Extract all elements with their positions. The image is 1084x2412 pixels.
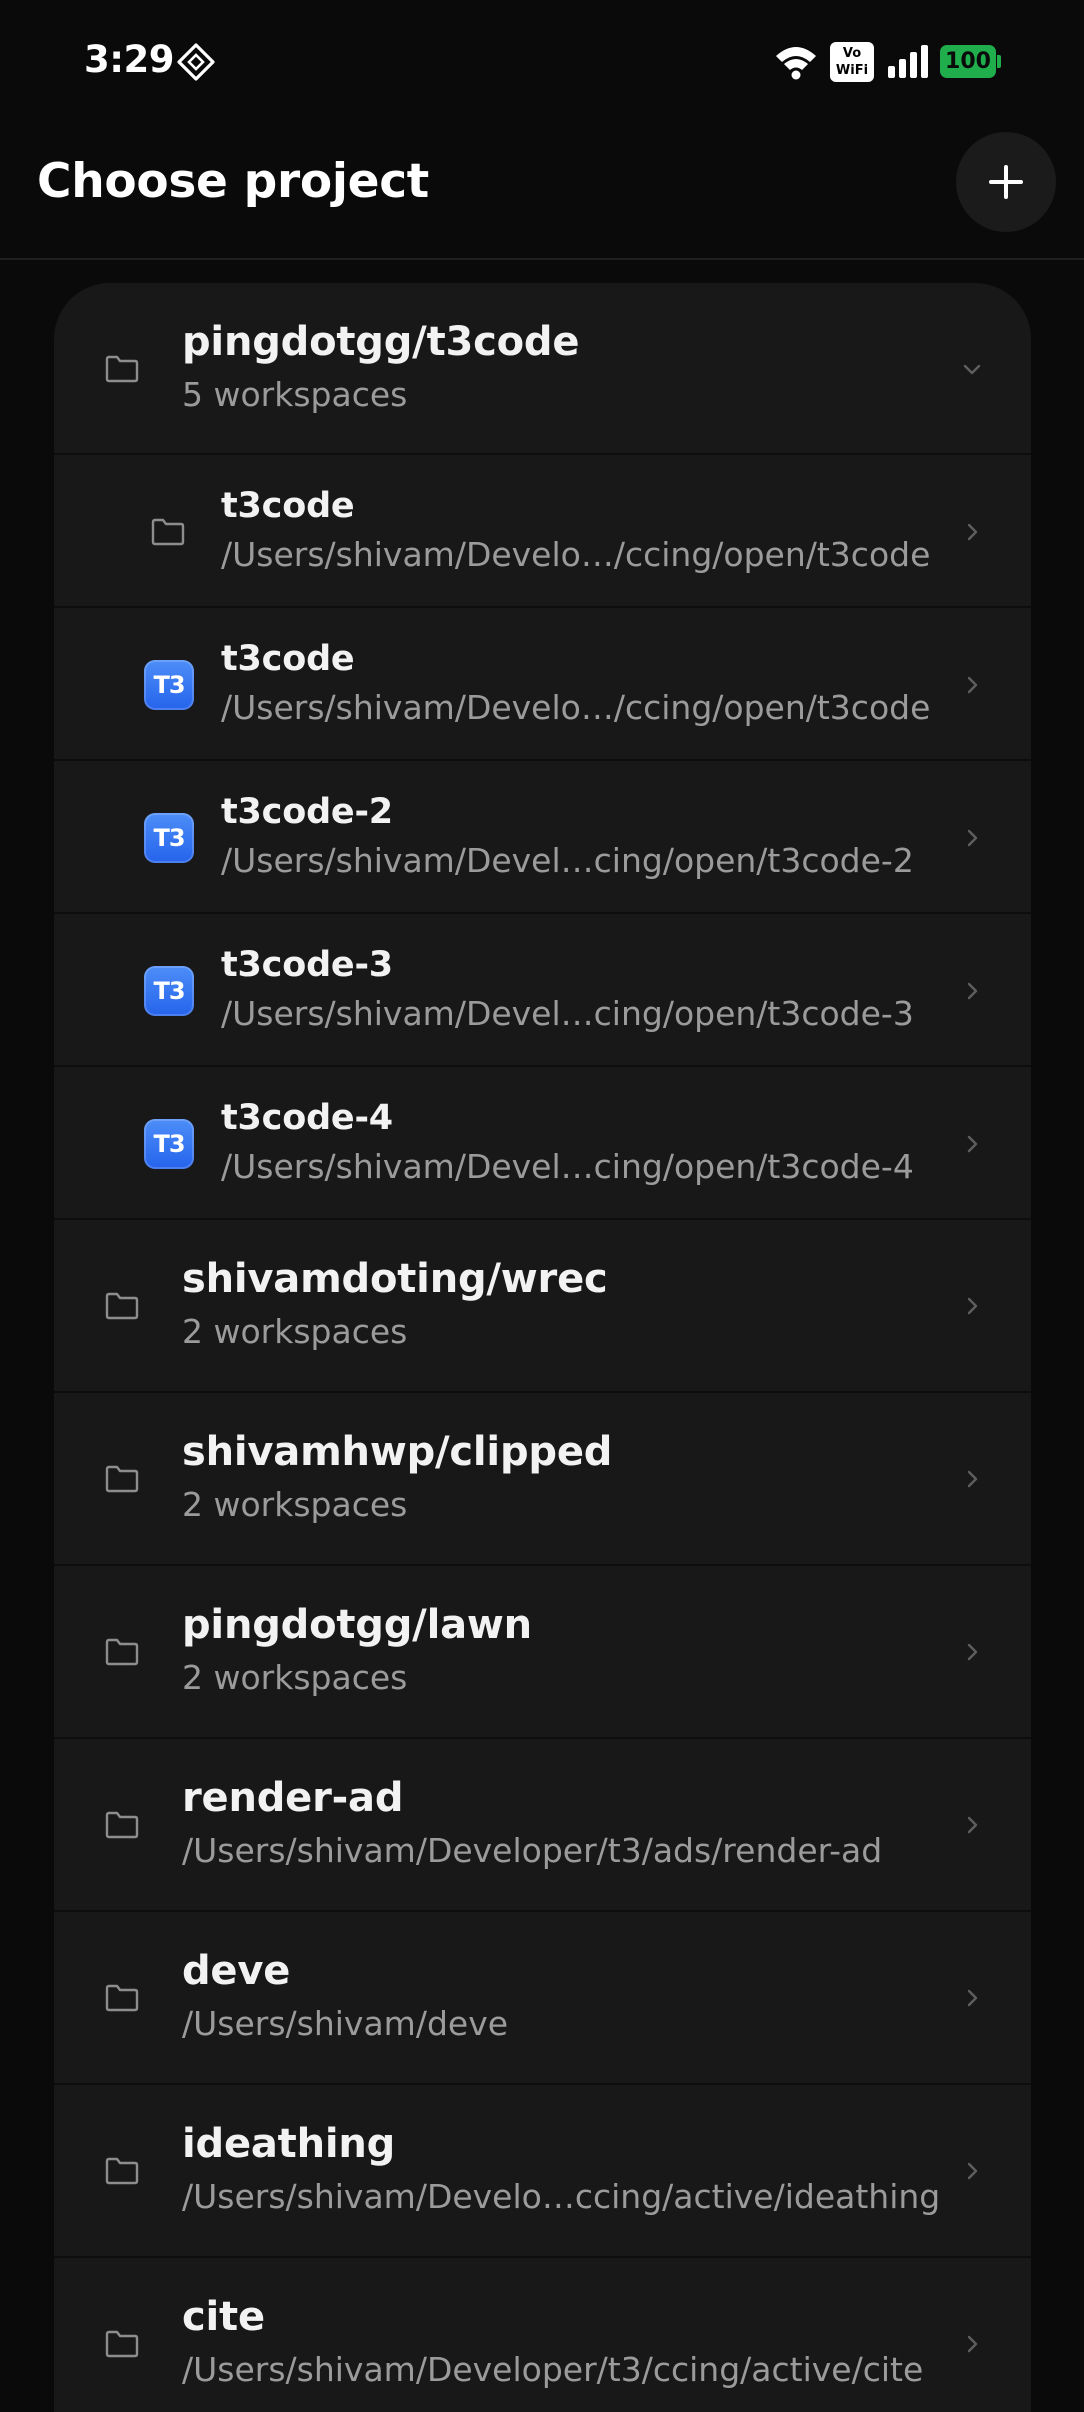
chevron-right-icon <box>967 1989 978 2007</box>
chevron-right-icon <box>967 523 978 541</box>
project-path: /Users/shivam/Develo…ccing/active/ideath… <box>182 2177 941 2216</box>
workspace-path: /Users/shivam/Develo…/ccing/open/t3code <box>221 535 931 574</box>
t3-icon: T3 <box>144 813 194 863</box>
chevron-right-icon <box>967 1297 978 1315</box>
workspace-title: t3code-3 <box>221 945 393 985</box>
project-list: pingdotgg/t3code 5 workspaces t3code /Us… <box>54 283 1031 2412</box>
chevron-right-icon <box>967 1135 978 1153</box>
workspace-path: /Users/shivam/Devel…cing/open/t3code-3 <box>221 994 914 1033</box>
folder-icon <box>105 355 139 383</box>
vowifi-label-bottom: WiFi <box>835 63 869 78</box>
header: Choose project <box>0 124 1084 260</box>
workspace-row[interactable]: T3 t3code /Users/shivam/Develo…/ccing/op… <box>54 608 1031 761</box>
status-bar: 3:29 Vo WiFi 100 <box>0 0 1084 124</box>
plus-icon <box>989 165 1023 199</box>
page-title: Choose project <box>37 154 429 209</box>
project-row[interactable]: deve /Users/shivam/deve <box>54 1912 1031 2085</box>
project-title: render-ad <box>182 1775 404 1821</box>
workspace-row[interactable]: T3 t3code-4 /Users/shivam/Devel…cing/ope… <box>54 1067 1031 1220</box>
add-project-button[interactable] <box>956 132 1056 232</box>
project-subtitle: 2 workspaces <box>182 1485 408 1524</box>
workspace-title: t3code-2 <box>221 792 393 832</box>
folder-icon <box>105 2330 139 2358</box>
folder-icon <box>105 1638 139 1666</box>
project-subtitle: 5 workspaces <box>182 375 408 414</box>
project-title: shivamdoting/wrec <box>182 1256 608 1302</box>
t3-icon: T3 <box>144 966 194 1016</box>
folder-icon <box>105 1984 139 2012</box>
battery-level: 100 <box>940 45 996 78</box>
chevron-right-icon <box>967 829 978 847</box>
status-time: 3:29 <box>84 38 175 81</box>
folder-icon <box>151 518 185 546</box>
project-row[interactable]: shivamhwp/clipped 2 workspaces <box>54 1393 1031 1566</box>
workspace-path: /Users/shivam/Develo…/ccing/open/t3code <box>221 688 931 727</box>
chevron-right-icon <box>967 1470 978 1488</box>
chevron-right-icon <box>967 982 978 1000</box>
project-title: pingdotgg/lawn <box>182 1602 532 1648</box>
folder-icon <box>105 1811 139 1839</box>
chevron-down-icon <box>963 364 981 375</box>
project-path: /Users/shivam/deve <box>182 2004 509 2043</box>
folder-icon <box>105 1465 139 1493</box>
battery-tip <box>997 55 1001 68</box>
project-row[interactable]: pingdotgg/lawn 2 workspaces <box>54 1566 1031 1739</box>
project-title: ideathing <box>182 2121 396 2167</box>
project-row[interactable]: cite /Users/shivam/Developer/t3/ccing/ac… <box>54 2258 1031 2412</box>
project-title: deve <box>182 1948 291 1994</box>
workspace-title: t3code <box>221 639 355 679</box>
workspace-title: t3code <box>221 486 355 526</box>
project-group-pingdotgg-t3code[interactable]: pingdotgg/t3code 5 workspaces <box>54 283 1031 455</box>
workspace-title: t3code-4 <box>221 1098 393 1138</box>
t3-icon: T3 <box>144 660 194 710</box>
folder-icon <box>105 2157 139 2185</box>
project-row[interactable]: shivamdoting/wrec 2 workspaces <box>54 1220 1031 1393</box>
project-path: /Users/shivam/Developer/t3/ads/render-ad <box>182 1831 883 1870</box>
chevron-right-icon <box>967 2335 978 2353</box>
project-row[interactable]: render-ad /Users/shivam/Developer/t3/ads… <box>54 1739 1031 1912</box>
project-title: pingdotgg/t3code <box>182 319 580 365</box>
battery-icon: 100 <box>940 45 1002 78</box>
workspace-row[interactable]: T3 t3code-2 /Users/shivam/Devel…cing/ope… <box>54 761 1031 914</box>
project-title: cite <box>182 2294 265 2340</box>
wifi-icon <box>776 47 816 80</box>
project-subtitle: 2 workspaces <box>182 1312 408 1351</box>
chevron-right-icon <box>967 2162 978 2180</box>
project-subtitle: 2 workspaces <box>182 1658 408 1697</box>
project-path: /Users/shivam/Developer/t3/ccing/active/… <box>182 2350 924 2389</box>
workspace-path: /Users/shivam/Devel…cing/open/t3code-2 <box>221 841 914 880</box>
project-row[interactable]: ideathing /Users/shivam/Develo…ccing/act… <box>54 2085 1031 2258</box>
vowifi-label-top: Vo <box>842 46 862 61</box>
workspace-row[interactable]: T3 t3code-3 /Users/shivam/Devel…cing/ope… <box>54 914 1031 1067</box>
folder-icon <box>105 1292 139 1320</box>
nfc-icon <box>177 43 215 81</box>
chevron-right-icon <box>967 676 978 694</box>
workspace-path: /Users/shivam/Devel…cing/open/t3code-4 <box>221 1147 914 1186</box>
cell-signal-icon <box>888 45 928 78</box>
project-title: shivamhwp/clipped <box>182 1429 613 1475</box>
workspace-row[interactable]: t3code /Users/shivam/Develo…/ccing/open/… <box>54 455 1031 608</box>
vowifi-icon: Vo WiFi <box>830 42 874 82</box>
chevron-right-icon <box>967 1643 978 1661</box>
t3-icon: T3 <box>144 1119 194 1169</box>
chevron-right-icon <box>967 1816 978 1834</box>
